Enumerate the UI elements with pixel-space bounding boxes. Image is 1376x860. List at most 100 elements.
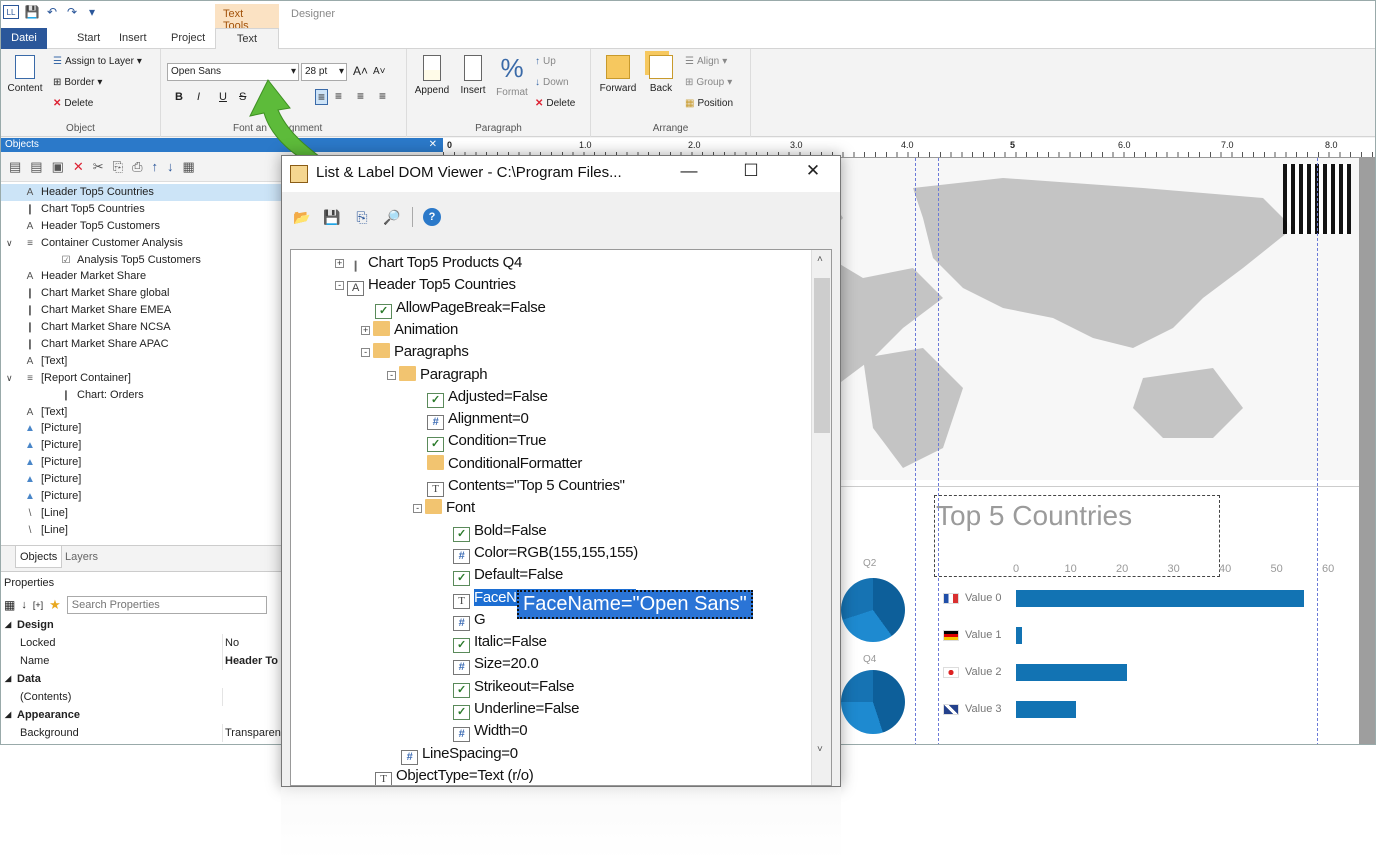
position-button[interactable]: ▦ Position: [685, 98, 733, 109]
bold-button[interactable]: B: [175, 91, 183, 103]
back-button[interactable]: Back: [643, 55, 679, 94]
expand-chevron-icon[interactable]: ∨: [6, 235, 13, 252]
dom-tree-node[interactable]: ✓ AllowPageBreak=False: [375, 297, 546, 319]
dom-tree-node[interactable]: # LineSpacing=0: [401, 743, 518, 765]
maximize-icon[interactable]: ☐: [736, 161, 766, 181]
app-icon[interactable]: LL: [3, 5, 19, 19]
tab-insert[interactable]: Insert: [109, 28, 157, 49]
find-icon[interactable]: 🔎: [382, 207, 402, 227]
close-icon[interactable]: ✕: [798, 161, 828, 181]
customize-qat-icon[interactable]: ▾: [85, 5, 99, 19]
favorites-icon[interactable]: ★: [49, 597, 61, 613]
dom-tree-node[interactable]: + Animation: [361, 319, 458, 341]
dom-tree-node[interactable]: - Paragraph: [387, 364, 488, 386]
group-button[interactable]: ⊞ Group ▾: [685, 77, 732, 88]
collapse-icon[interactable]: -: [335, 281, 344, 291]
pie-chart-q4[interactable]: [841, 670, 905, 734]
delete-icon[interactable]: ✕: [73, 159, 84, 175]
categorized-icon[interactable]: ▦: [4, 598, 15, 612]
undo-icon[interactable]: ↶: [45, 5, 59, 19]
cut-icon[interactable]: ✂: [93, 159, 104, 175]
search-properties-input[interactable]: [66, 596, 267, 614]
dom-tree-node[interactable]: # Width=0: [453, 720, 528, 743]
dom-tree-node[interactable]: ConditionalFormatter: [427, 453, 582, 475]
collapse-icon[interactable]: ◢: [5, 706, 11, 724]
dom-tree-node[interactable]: T ObjectType=Text (r/o): [375, 765, 534, 785]
save-icon[interactable]: 💾: [25, 5, 40, 19]
dom-tree-node[interactable]: ✓ Underline=False: [453, 698, 579, 720]
scroll-down-icon[interactable]: ˅: [817, 744, 823, 755]
collapse-icon[interactable]: -: [387, 370, 396, 380]
dom-tree-node[interactable]: ✓ Strikeout=False: [453, 676, 574, 698]
underline-button[interactable]: U: [219, 91, 227, 103]
dom-tree-node[interactable]: - Paragraphs: [361, 341, 469, 363]
dom-tree-node[interactable]: - A Header Top5 Countries: [335, 274, 516, 297]
dom-tree-view[interactable]: + ❙ Chart Top5 Products Q4- A Header Top5 Co…: [290, 249, 832, 786]
scroll-up-icon[interactable]: ˄: [817, 254, 823, 265]
expand-icon[interactable]: [+]: [33, 600, 43, 610]
tab-text[interactable]: Text: [215, 28, 279, 50]
context-tab-designer[interactable]: Designer: [283, 4, 343, 28]
delete-object-button[interactable]: ✕ Delete: [53, 98, 93, 109]
more-icon[interactable]: ▦: [183, 159, 195, 175]
align-right-button[interactable]: ≡: [357, 89, 364, 103]
expand-icon[interactable]: +: [361, 325, 370, 335]
help-icon[interactable]: ?: [423, 208, 441, 226]
collapse-all-icon[interactable]: ▤: [30, 159, 42, 175]
property-value[interactable]: No: [222, 634, 239, 652]
dom-tree-node[interactable]: # G: [453, 609, 486, 631]
shrink-font-button[interactable]: A˅: [373, 66, 386, 77]
dom-tree-node[interactable]: - Font: [413, 497, 475, 519]
dom-tree-node[interactable]: ✓ Italic=False: [453, 631, 547, 654]
collapse-icon[interactable]: ◢: [5, 616, 11, 634]
down-button[interactable]: ↓ Down: [535, 77, 569, 88]
grow-font-button[interactable]: A˄: [353, 64, 368, 78]
insert-paragraph-button[interactable]: Insert: [455, 55, 491, 96]
save-icon[interactable]: 💾: [322, 207, 342, 227]
expand-chevron-icon[interactable]: ∨: [6, 370, 13, 387]
open-folder-icon[interactable]: 📂: [292, 207, 312, 227]
paste-icon[interactable]: ⎙: [132, 159, 142, 175]
expand-all-icon[interactable]: ▤: [9, 159, 21, 175]
move-up-icon[interactable]: ↑: [152, 159, 159, 174]
tab-objects[interactable]: Objects: [15, 546, 63, 568]
dom-tree-node[interactable]: ✓ Default=False: [453, 564, 563, 587]
up-button[interactable]: ↑ Up: [535, 56, 556, 67]
dom-tree-node[interactable]: # Color=RGB(155,155,155): [453, 542, 638, 564]
move-down-icon[interactable]: ↓: [167, 159, 174, 174]
dom-tree-node[interactable]: ✓ Condition=True: [427, 430, 547, 453]
sort-az-icon[interactable]: ↓: [21, 599, 27, 611]
format-button[interactable]: % Format: [493, 53, 531, 98]
tab-start[interactable]: Start: [67, 28, 110, 49]
tab-project[interactable]: Project: [161, 28, 215, 49]
close-icon[interactable]: ✕: [429, 138, 437, 152]
dom-tree-node[interactable]: ✓ Adjusted=False: [427, 386, 548, 408]
minimize-icon[interactable]: —: [674, 161, 704, 181]
collapse-icon[interactable]: -: [413, 504, 422, 514]
collapse-icon[interactable]: -: [361, 348, 370, 358]
redo-icon[interactable]: ↷: [65, 5, 79, 19]
copy-icon[interactable]: ⎘: [113, 159, 123, 175]
dom-tree-node[interactable]: T Contents="Top 5 Countries": [427, 475, 625, 497]
dom-tree-node[interactable]: + ❙ Chart Top5 Products Q4: [335, 252, 522, 275]
copy-icon[interactable]: ⎘: [352, 207, 372, 227]
property-value[interactable]: Header To: [222, 652, 278, 670]
dom-tree-node[interactable]: # Size=20.0: [453, 653, 539, 676]
align-button[interactable]: ☰ Align ▾: [685, 56, 727, 67]
tab-layers[interactable]: Layers: [61, 546, 102, 568]
append-button[interactable]: Append: [411, 55, 453, 96]
scroll-thumb[interactable]: [814, 278, 830, 433]
italic-button[interactable]: I: [197, 91, 200, 103]
property-value[interactable]: Transparent: [222, 724, 284, 742]
tab-datei[interactable]: Datei: [1, 28, 47, 49]
collapse-icon[interactable]: ◢: [5, 670, 11, 688]
property-value[interactable]: [222, 688, 225, 706]
properties-icon[interactable]: ▣: [52, 159, 64, 175]
forward-button[interactable]: Forward: [597, 55, 639, 94]
vertical-scrollbar[interactable]: ˄ ˅: [811, 250, 831, 785]
dom-tree-node[interactable]: # Alignment=0: [427, 408, 529, 431]
dom-tree-node[interactable]: ✓ Bold=False: [453, 520, 547, 542]
content-button[interactable]: Content: [5, 55, 45, 94]
border-button[interactable]: ⊞ Border ▾: [53, 77, 102, 88]
expand-icon[interactable]: +: [335, 259, 344, 268]
